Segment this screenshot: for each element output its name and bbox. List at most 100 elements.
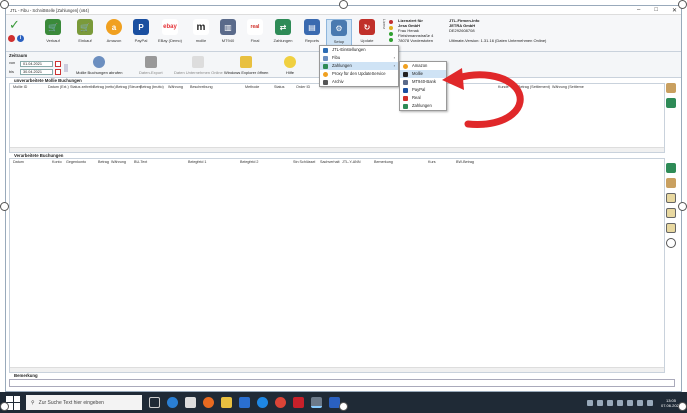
fibu-app-icon[interactable]	[311, 397, 322, 408]
exit-icon[interactable]	[8, 35, 15, 42]
document-add-icon[interactable]	[666, 223, 676, 233]
column-header[interactable]: Belegfeld 2	[240, 160, 258, 164]
magnifier-icon[interactable]	[666, 238, 676, 248]
column-header[interactable]: Status zeitreib.	[70, 85, 94, 89]
resize-handle-bottom-center[interactable]	[339, 402, 348, 411]
column-header[interactable]: Währung	[168, 85, 183, 89]
submenu-item-real[interactable]: Real	[400, 94, 446, 102]
edge-icon[interactable]	[167, 397, 178, 408]
column-header[interactable]: Kunde	[498, 85, 509, 89]
ribbon-button-paypal[interactable]: P PayPal	[128, 19, 154, 51]
info-icon[interactable]: i	[17, 35, 24, 42]
processed-table[interactable]: Datum Konto Gegenkonto Betrag Währung BU…	[9, 158, 665, 373]
chrome-icon[interactable]	[275, 397, 286, 408]
column-header[interactable]: Währung	[111, 160, 126, 164]
menu-item-jtl-einstellungen[interactable]: JTL-Einstellungen	[320, 46, 398, 54]
network-icon[interactable]	[636, 399, 643, 406]
jtl-app-icon[interactable]	[293, 397, 304, 408]
menu-item-archiv[interactable]: Archiv	[320, 78, 398, 86]
calendar-icon[interactable]	[55, 69, 61, 75]
mail-icon[interactable]	[239, 397, 250, 408]
column-header[interactable]: Sachverhalt	[320, 160, 339, 164]
store-icon[interactable]	[185, 397, 196, 408]
date-to-field[interactable]: 30.04.2021	[20, 69, 53, 75]
submenu-item-mt940[interactable]: MT940-Bank	[400, 78, 446, 86]
menu-item-proxy[interactable]: Proxy für den UpdateService	[320, 70, 398, 78]
tray-icon[interactable]	[616, 399, 623, 406]
column-header[interactable]: Datum	[13, 160, 24, 164]
column-header[interactable]: Mollie ID	[13, 85, 27, 89]
tray-icon[interactable]	[606, 399, 613, 406]
column-header[interactable]: Bemerkung	[374, 160, 393, 164]
ribbon-button-final[interactable]: real Final	[242, 19, 268, 51]
ribbon-button-einkauf[interactable]: 🛒 Einkauf	[72, 19, 98, 51]
export-button[interactable]: Daten-Export	[139, 56, 163, 75]
submenu-item-mollie[interactable]: Mollie	[400, 70, 446, 78]
resize-handle-bottom-right[interactable]	[678, 402, 687, 411]
column-header[interactable]: JTL-Y-ANN	[342, 160, 361, 164]
table-view-icon[interactable]	[666, 178, 676, 188]
volume-icon[interactable]	[646, 399, 653, 406]
column-header[interactable]: Betrag (netto)	[93, 85, 116, 89]
taskbar-search-input[interactable]: ⚲ Zur Suche Text hier eingeben	[26, 395, 142, 410]
close-button[interactable]: ✕	[672, 7, 677, 14]
tray-icon[interactable]	[596, 399, 603, 406]
excel-export-icon[interactable]	[666, 98, 676, 108]
menu-item-fibu[interactable]: Fibu ›	[320, 54, 398, 62]
horizontal-scrollbar[interactable]	[10, 147, 664, 152]
column-header[interactable]: Währung (Settleme	[552, 85, 584, 89]
submenu-item-paypal[interactable]: PayPal	[400, 86, 446, 94]
submenu-item-amazon[interactable]: Amazon	[400, 62, 446, 70]
resize-handle-mid-right[interactable]	[678, 202, 687, 211]
column-header[interactable]: Datum (Ext.)	[48, 85, 69, 89]
explorer-icon[interactable]	[221, 397, 232, 408]
column-header[interactable]: BW-Betrag	[456, 160, 474, 164]
browser-icon[interactable]	[257, 397, 268, 408]
ribbon-button-verkauf[interactable]: 🛒 Verkauf	[40, 19, 66, 51]
column-header[interactable]: Beschreibung	[190, 85, 213, 89]
fetch-mollie-button[interactable]: Mollie Buchungen abrufen	[76, 56, 122, 75]
unprocessed-table[interactable]: Mollie ID Datum (Ext.) Status zeitreib. …	[9, 83, 665, 153]
minimize-button[interactable]: –	[637, 7, 640, 14]
column-header[interactable]: Betrag (Settlement)	[518, 85, 550, 89]
column-header[interactable]: Betrag (Steuer)	[116, 85, 141, 89]
column-header[interactable]: Belegfeld 1	[188, 160, 206, 164]
column-header[interactable]: Kurs	[428, 160, 436, 164]
spin-icon[interactable]	[64, 64, 68, 72]
column-header[interactable]: BU-Text	[134, 160, 147, 164]
column-header[interactable]: Methode	[245, 85, 259, 89]
menu-item-zahlungen[interactable]: Zahlungen ›	[320, 62, 398, 70]
document-icon[interactable]	[666, 208, 676, 218]
ribbon-button-mt940[interactable]: ▥ MT940	[215, 19, 241, 51]
tray-icon[interactable]	[586, 399, 593, 406]
ribbon-button-ebay[interactable]: ebay EBay (Demo)	[155, 19, 185, 51]
column-header[interactable]: Betrag	[98, 160, 109, 164]
ribbon-button-amazon[interactable]: a Amazon	[101, 19, 127, 51]
bemerkung-field[interactable]	[9, 379, 675, 387]
quick-check-icon[interactable]: ✓	[9, 18, 21, 31]
table-view-icon[interactable]	[666, 83, 676, 93]
calendar-icon[interactable]	[55, 61, 61, 67]
resize-handle-top-left[interactable]	[0, 0, 9, 9]
date-from-field[interactable]: 01.04.2021	[20, 61, 53, 67]
horizontal-scrollbar[interactable]	[10, 367, 664, 372]
excel-export-icon[interactable]	[666, 163, 676, 173]
duo-button[interactable]: Daten Unternehmen Online	[174, 56, 223, 75]
column-header[interactable]: Order ID	[296, 85, 310, 89]
column-header[interactable]: Betrag (brutto)	[140, 85, 164, 89]
column-header[interactable]: Konto	[52, 160, 62, 164]
help-button[interactable]: Hilfe	[284, 56, 296, 75]
column-header[interactable]: Gegenkonto	[66, 160, 86, 164]
firefox-icon[interactable]	[203, 397, 214, 408]
document-icon[interactable]	[666, 193, 676, 203]
resize-handle-bottom-left[interactable]	[0, 402, 9, 411]
ribbon-button-mollie[interactable]: m mollie	[188, 19, 214, 51]
ribbon-button-zahlungen[interactable]: ⇄ Zahlungen	[269, 19, 297, 51]
tray-icon[interactable]	[626, 399, 633, 406]
task-view-icon[interactable]	[149, 397, 160, 408]
column-header[interactable]: Stn Schlüssel	[293, 160, 315, 164]
column-header[interactable]: Status	[274, 85, 284, 89]
maximize-button[interactable]: □	[654, 7, 658, 14]
resize-handle-top-right[interactable]	[678, 0, 687, 9]
resize-handle-top-center[interactable]	[339, 0, 348, 9]
